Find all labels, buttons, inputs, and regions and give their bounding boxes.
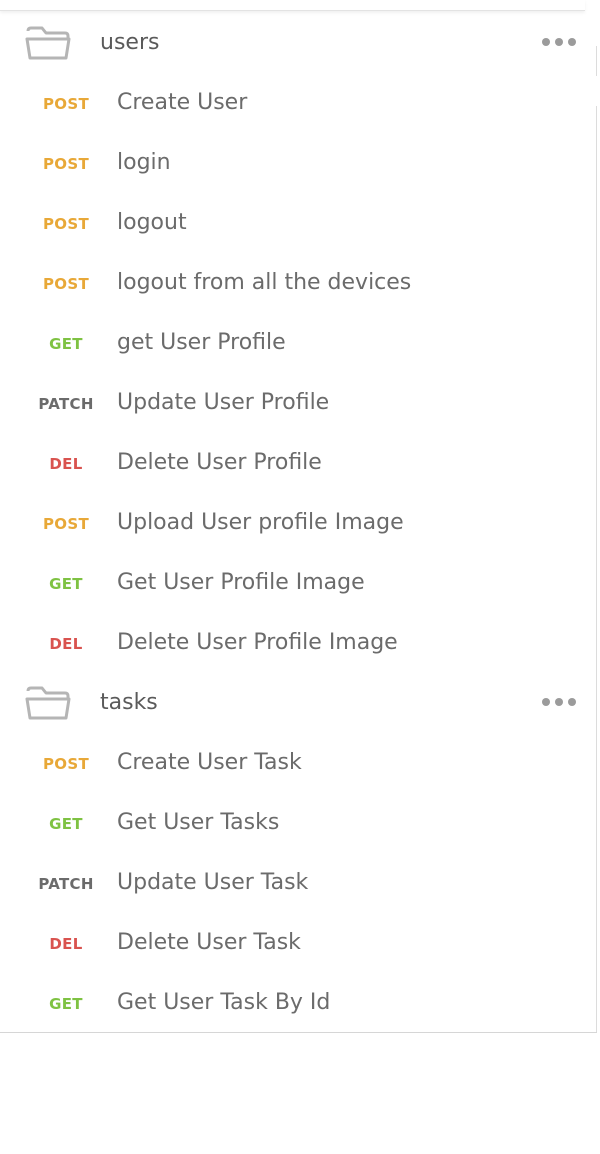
request-name: Create User	[117, 90, 248, 115]
request-row[interactable]: POST Create User Task	[0, 734, 597, 794]
request-name: Create User Task	[117, 750, 302, 775]
request-name: Delete User Profile	[117, 450, 322, 475]
request-name: logout	[117, 210, 187, 235]
method-badge-del: DEL	[49, 635, 83, 653]
request-name: Get User Task By Id	[117, 990, 331, 1015]
folder-icon	[25, 26, 71, 60]
folder-row-users[interactable]: users	[0, 14, 597, 74]
method-badge-del: DEL	[49, 455, 83, 473]
method-badge-post: POST	[43, 95, 89, 113]
request-row[interactable]: DEL Delete User Profile Image	[0, 614, 597, 674]
more-options-icon[interactable]	[542, 698, 578, 708]
request-name: Update User Profile	[117, 390, 330, 415]
request-row[interactable]: DEL Delete User Task	[0, 914, 597, 974]
request-row[interactable]: PATCH Update User Task	[0, 854, 597, 914]
method-badge-get: GET	[49, 575, 83, 593]
request-name: logout from all the devices	[117, 270, 412, 295]
request-name: Update User Task	[117, 870, 309, 895]
folder-name: tasks	[100, 690, 158, 715]
method-badge-get: GET	[49, 335, 83, 353]
folder-icon	[25, 686, 71, 720]
method-badge-patch: PATCH	[38, 395, 94, 413]
request-row[interactable]: PATCH Update User Profile	[0, 374, 597, 434]
top-bar	[0, 0, 585, 11]
request-name: login	[117, 150, 171, 175]
method-badge-get: GET	[49, 815, 83, 833]
request-name: get User Profile	[117, 330, 286, 355]
request-row[interactable]: GET Get User Profile Image	[0, 554, 597, 614]
request-row[interactable]: DEL Delete User Profile	[0, 434, 597, 494]
request-row[interactable]: POST Upload User profile Image	[0, 494, 597, 554]
method-badge-post: POST	[43, 515, 89, 533]
folder-name: users	[100, 30, 160, 55]
method-badge-post: POST	[43, 155, 89, 173]
request-row[interactable]: POST login	[0, 134, 597, 194]
more-options-icon[interactable]	[542, 38, 578, 48]
request-row[interactable]: POST Create User	[0, 74, 597, 134]
collection-tree: users POST Create User POST login POST l…	[0, 14, 597, 1034]
request-row[interactable]: POST logout	[0, 194, 597, 254]
folder-row-tasks[interactable]: tasks	[0, 674, 597, 734]
method-badge-post: POST	[43, 215, 89, 233]
method-badge-del: DEL	[49, 935, 83, 953]
request-row[interactable]: GET Get User Tasks	[0, 794, 597, 854]
request-row[interactable]: GET Get User Task By Id	[0, 974, 597, 1034]
bottom-divider	[0, 1032, 597, 1033]
request-name: Delete User Profile Image	[117, 630, 398, 655]
request-name: Upload User profile Image	[117, 510, 404, 535]
method-badge-patch: PATCH	[38, 875, 94, 893]
method-badge-post: POST	[43, 275, 89, 293]
request-name: Delete User Task	[117, 930, 301, 955]
request-row[interactable]: GET get User Profile	[0, 314, 597, 374]
method-badge-get: GET	[49, 995, 83, 1013]
method-badge-post: POST	[43, 755, 89, 773]
request-name: Get User Profile Image	[117, 570, 365, 595]
request-row[interactable]: POST logout from all the devices	[0, 254, 597, 314]
request-name: Get User Tasks	[117, 810, 280, 835]
